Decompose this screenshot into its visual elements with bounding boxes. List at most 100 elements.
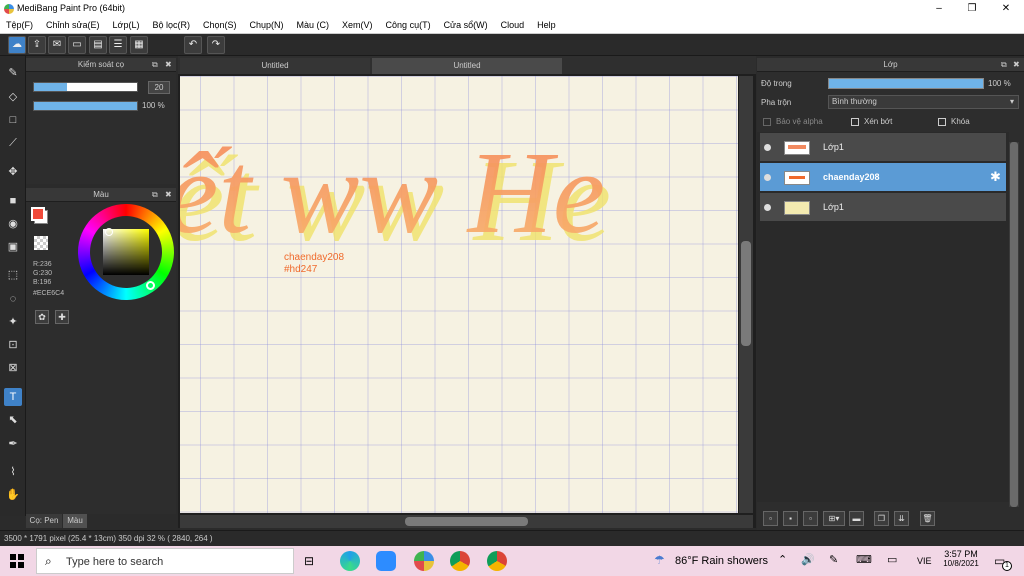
duplicate-layer-icon[interactable]: ❐ xyxy=(874,511,889,526)
move-tool-icon[interactable]: ✥ xyxy=(4,163,22,181)
hand-tool-icon[interactable]: ✋ xyxy=(4,486,22,504)
cloud-icon[interactable]: ☁ xyxy=(8,36,26,54)
close-button[interactable]: ✕ xyxy=(989,0,1023,17)
eye-icon[interactable] xyxy=(764,174,771,181)
layer-item-selected[interactable]: chaenday208 ✱ xyxy=(760,163,1006,192)
foreground-color-swatch[interactable] xyxy=(31,207,45,221)
maximize-button[interactable]: ❐ xyxy=(955,0,989,17)
menu-select[interactable]: Chọn(S) xyxy=(203,20,237,30)
new-layer-icon[interactable]: ▫ xyxy=(763,511,778,526)
eyedropper-icon[interactable]: ⌇ xyxy=(4,463,22,481)
gradient-tool-icon[interactable]: ▣ xyxy=(4,238,22,256)
clip-checkbox[interactable] xyxy=(851,118,859,126)
layer-item[interactable]: Lớp1 xyxy=(760,193,1006,222)
select-eraser-icon[interactable]: ⊠ xyxy=(4,359,22,377)
horizontal-scroll-thumb[interactable] xyxy=(405,517,528,526)
tab-color[interactable]: Màu xyxy=(63,514,87,528)
close-icon[interactable]: ✖ xyxy=(165,188,172,202)
popout-icon[interactable]: ⧉ xyxy=(152,58,158,72)
language-indicator[interactable]: VIE xyxy=(917,556,932,566)
weather-text[interactable]: 86°F Rain showers xyxy=(675,555,768,567)
windows-start-icon[interactable] xyxy=(10,554,24,568)
palette-icon[interactable]: ✿ xyxy=(35,310,49,324)
document-tab-1[interactable]: Untitled xyxy=(180,58,370,74)
chrome-profile-icon[interactable] xyxy=(487,551,507,571)
trash-icon[interactable]: 🗑 xyxy=(920,511,935,526)
menu-help[interactable]: Help xyxy=(537,20,556,30)
new-8bit-layer-icon[interactable]: ▫ xyxy=(803,511,818,526)
menu-snap[interactable]: Chụp(N) xyxy=(250,20,284,30)
vertical-scroll-thumb[interactable] xyxy=(741,241,751,346)
redo-icon[interactable]: ↷ xyxy=(207,36,225,54)
speaker-icon[interactable]: 🔊 xyxy=(801,553,815,566)
eye-icon[interactable] xyxy=(764,204,771,211)
popout-icon[interactable]: ⧉ xyxy=(152,188,158,202)
display-icon[interactable]: ▭ xyxy=(887,553,897,566)
pen-workspace-icon[interactable]: ✎ xyxy=(829,553,838,566)
document-icon[interactable]: ▤ xyxy=(89,36,107,54)
menu-layer[interactable]: Lớp(L) xyxy=(113,20,140,30)
close-icon[interactable]: ✖ xyxy=(1013,58,1020,72)
pen-tool-icon[interactable]: ✒ xyxy=(4,435,22,453)
document-tab-2[interactable]: Untitled xyxy=(372,58,562,74)
transparent-color-swatch[interactable] xyxy=(34,236,48,250)
menu-edit[interactable]: Chỉnh sửa(E) xyxy=(46,20,100,30)
horizontal-scrollbar[interactable] xyxy=(180,515,753,528)
select-rect-icon[interactable]: ⬚ xyxy=(4,266,22,284)
minimize-button[interactable]: – xyxy=(922,0,956,17)
brush-opacity-slider[interactable] xyxy=(33,101,138,111)
menu-tools[interactable]: Công cụ(T) xyxy=(386,20,431,30)
brush-size-value[interactable]: 20 xyxy=(148,81,170,94)
text-tool-icon[interactable]: T xyxy=(4,388,22,406)
sv-picker-marker[interactable] xyxy=(105,228,113,236)
protect-alpha-checkbox[interactable] xyxy=(763,118,771,126)
menu-view[interactable]: Xem(V) xyxy=(342,20,373,30)
magic-wand-icon[interactable]: ✦ xyxy=(4,313,22,331)
edge-icon[interactable] xyxy=(340,551,360,571)
zoom-icon[interactable] xyxy=(376,551,396,571)
select-pen-icon[interactable]: ⊡ xyxy=(4,336,22,354)
chrome-icon[interactable] xyxy=(450,551,470,571)
layer-item[interactable]: Lớp1 xyxy=(760,133,1006,162)
menu-color[interactable]: Màu (C) xyxy=(297,20,330,30)
layer-opacity-slider[interactable] xyxy=(828,78,984,89)
search-input[interactable]: Type here to search xyxy=(66,556,163,568)
hue-wheel[interactable] xyxy=(78,204,174,300)
menu-cloud[interactable]: Cloud xyxy=(501,20,525,30)
eye-icon[interactable] xyxy=(764,144,771,151)
add-layer-menu-icon[interactable]: ⊞▾ xyxy=(823,511,845,526)
clock[interactable]: 3:57 PM 10/8/2021 xyxy=(943,549,979,568)
menu-window[interactable]: Cửa sổ(W) xyxy=(444,20,488,30)
tab-pen[interactable]: Cọ: Pen xyxy=(26,514,62,528)
upload-icon[interactable]: ⇪ xyxy=(28,36,46,54)
grid-icon[interactable]: ▦ xyxy=(130,36,148,54)
lock-checkbox[interactable] xyxy=(938,118,946,126)
list-icon[interactable]: ☰ xyxy=(109,36,127,54)
operation-tool-icon[interactable]: ⬉ xyxy=(4,411,22,429)
shape-tool-icon[interactable]: □ xyxy=(4,111,22,129)
brush-size-slider[interactable] xyxy=(33,82,138,92)
vertical-scrollbar[interactable] xyxy=(739,76,753,513)
chat-icon[interactable]: ▭ xyxy=(68,36,86,54)
rectangle-fill-icon[interactable]: ■ xyxy=(4,192,22,210)
comment-icon[interactable]: ✉ xyxy=(48,36,66,54)
close-icon[interactable]: ✖ xyxy=(165,58,172,72)
layer-list-scrollbar[interactable] xyxy=(1009,142,1019,507)
bucket-tool-icon[interactable]: ◉ xyxy=(4,215,22,233)
menu-filter[interactable]: Bộ lọc(R) xyxy=(152,20,190,30)
keyboard-icon[interactable]: ⌨ xyxy=(856,553,872,566)
tray-chevron-icon[interactable]: ⌃ xyxy=(778,553,787,566)
medibang-taskbar-icon[interactable] xyxy=(414,551,434,571)
undo-icon[interactable]: ↶ xyxy=(184,36,202,54)
eraser-tool-icon[interactable]: ◇ xyxy=(4,88,22,106)
line-tool-icon[interactable]: ⟋ xyxy=(4,134,22,152)
folder-icon[interactable]: ▬ xyxy=(849,511,864,526)
hue-picker-marker[interactable] xyxy=(146,281,155,290)
task-view-icon[interactable]: ⊟ xyxy=(304,554,314,568)
lasso-icon[interactable]: ◌ xyxy=(4,290,22,308)
palette-add-icon[interactable]: ✚ xyxy=(55,310,69,324)
search-box[interactable]: ⌕ Type here to search xyxy=(36,548,294,574)
brush-tool-icon[interactable]: ✎ xyxy=(4,64,22,82)
menu-file[interactable]: Tệp(F) xyxy=(6,20,33,30)
popout-icon[interactable]: ⧉ xyxy=(1001,58,1007,72)
